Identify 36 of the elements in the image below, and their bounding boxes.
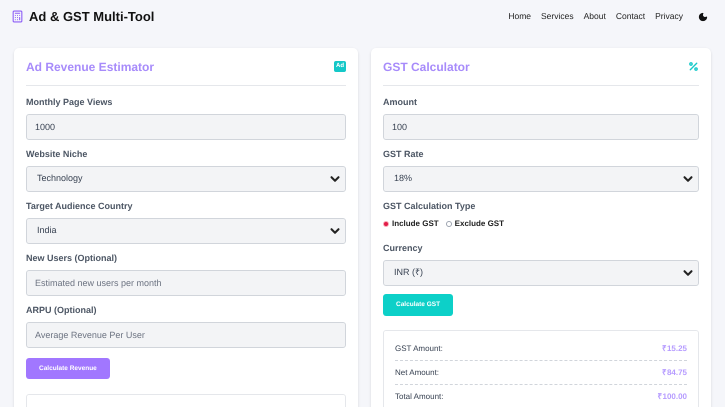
field-label: Website Niche xyxy=(26,148,88,160)
nav-link[interactable]: Home xyxy=(508,10,532,23)
select-field[interactable]: Technology xyxy=(26,166,346,192)
nav-link[interactable]: Privacy xyxy=(655,10,683,23)
nav-link[interactable]: About xyxy=(584,10,606,23)
select-field[interactable]: 18% xyxy=(383,166,699,192)
percent-icon xyxy=(688,61,699,72)
result-value: ₹15.25 xyxy=(662,342,687,354)
select-field[interactable]: INR (₹) xyxy=(383,260,699,286)
result-value: ₹84.75 xyxy=(662,366,687,378)
nav-link[interactable]: Services xyxy=(541,10,574,23)
radio-option[interactable]: Exclude GST xyxy=(446,218,504,230)
input-field[interactable]: Average Revenue Per User xyxy=(26,322,346,348)
result-label: GST Amount: xyxy=(395,342,443,354)
nav-link[interactable]: Contact xyxy=(616,10,646,23)
brand-title: Ad & GST Multi-Tool xyxy=(29,8,154,26)
field-label: ARPU (Optional) xyxy=(26,304,98,316)
field-label: GST Calculation Type xyxy=(383,200,476,212)
field-label: Currency xyxy=(383,242,424,254)
field-label: GST Rate xyxy=(383,148,425,160)
dark-mode-toggle-icon[interactable] xyxy=(698,12,708,22)
field-label: Amount xyxy=(383,96,418,108)
result-label: Total Amount: xyxy=(395,391,444,403)
card-title: Ad Revenue Estimator xyxy=(26,58,154,76)
calculator-icon xyxy=(11,10,24,23)
result-label: Net Amount: xyxy=(395,366,440,378)
card-title: GST Calculator xyxy=(383,58,470,76)
input-field[interactable]: Estimated new users per month xyxy=(26,270,346,296)
radio-option[interactable]: Include GST xyxy=(383,218,439,230)
field-label: Target Audience Country xyxy=(26,200,134,212)
result-value: ₹100.00 xyxy=(658,391,687,403)
select-field[interactable]: India xyxy=(26,218,346,244)
field-label: Monthly Page Views xyxy=(26,96,114,108)
field-label: New Users (Optional) xyxy=(26,252,118,264)
input-field[interactable]: 1000 xyxy=(26,114,346,140)
input-field[interactable]: 100 xyxy=(383,114,699,140)
